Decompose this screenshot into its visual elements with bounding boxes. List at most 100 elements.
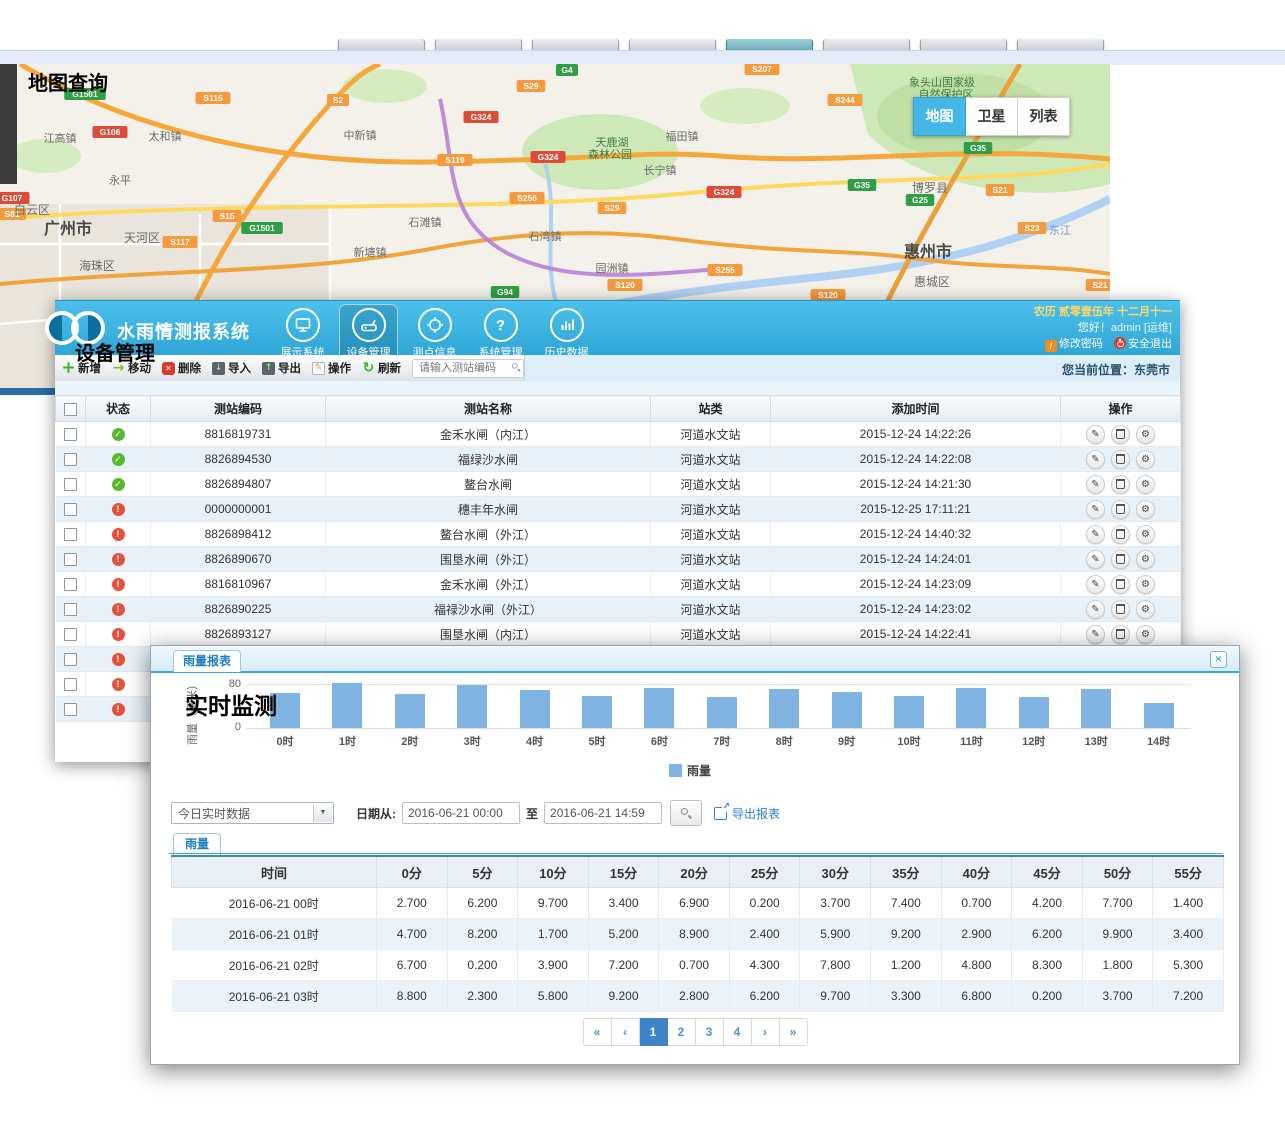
date-to-input[interactable] [544, 802, 662, 824]
edit-icon[interactable]: ✎ [1086, 500, 1105, 519]
row-checkbox[interactable] [64, 653, 77, 666]
delete-icon[interactable] [1111, 425, 1130, 444]
tab-rainfall[interactable]: 雨量 [173, 833, 221, 855]
edit-icon[interactable]: ✎ [1086, 550, 1105, 569]
station-search-input[interactable] [412, 359, 524, 378]
edit-icon[interactable]: ✎ [1086, 475, 1105, 494]
change-password-link[interactable]: /修改密码 [1045, 338, 1103, 350]
settings-icon[interactable]: ⚙ [1136, 625, 1155, 644]
row-checkbox[interactable] [64, 503, 77, 516]
settings-icon[interactable]: ⚙ [1136, 500, 1155, 519]
map-type-button-卫星[interactable]: 卫星 [966, 97, 1018, 136]
row-checkbox[interactable] [64, 528, 77, 541]
dataset-select[interactable]: 今日实时数据 ▼ [171, 802, 334, 824]
tab-rainfall-report[interactable]: 雨量报表 [173, 650, 241, 672]
page-button-4[interactable]: 4 [724, 1018, 752, 1046]
svg-text:象头山国家级: 象头山国家级 [909, 75, 975, 89]
svg-text:福田镇: 福田镇 [666, 129, 699, 143]
table-row[interactable]: ✓8816819731金禾水闸（内江）河道水文站2015-12-24 14:22… [56, 422, 1181, 447]
settings-icon[interactable]: ⚙ [1136, 450, 1155, 469]
edit-icon[interactable]: ✎ [1086, 525, 1105, 544]
delete-icon[interactable] [1111, 450, 1130, 469]
table-row[interactable]: ✓8826894530福绿沙水闸河道水文站2015-12-24 14:22:08… [56, 447, 1181, 472]
delete-icon[interactable] [1111, 600, 1130, 619]
row-checkbox[interactable] [64, 578, 77, 591]
table-row[interactable]: !8826890670围垦水闸（外江）河道水文站2015-12-24 14:24… [56, 547, 1181, 572]
export-report-link[interactable]: 导出报表 [714, 805, 780, 822]
bar-10时 [894, 696, 924, 729]
delete-icon[interactable] [1111, 550, 1130, 569]
nav-item-测点信息[interactable]: 测点信息 [405, 304, 464, 362]
edit-icon[interactable]: ✎ [1086, 425, 1105, 444]
row-checkbox[interactable] [64, 678, 77, 691]
delete-icon[interactable] [1111, 525, 1130, 544]
nav-item-历史数据[interactable]: 历史数据 [537, 304, 596, 362]
row-checkbox[interactable] [64, 453, 77, 466]
pagination: «‹1234›» [151, 1018, 1239, 1046]
toolbar-button-操作[interactable]: ✎操作 [312, 360, 351, 376]
edit-icon[interactable]: ✎ [1086, 575, 1105, 594]
table-row[interactable]: !8826898412鳌台水闸（外江）河道水文站2015-12-24 14:40… [56, 522, 1181, 547]
nav-item-系统管理[interactable]: ?系统管理 [471, 304, 530, 362]
close-icon[interactable]: ✕ [1210, 651, 1227, 668]
edit-icon[interactable]: ✎ [1086, 625, 1105, 644]
chevron-down-icon[interactable]: ▼ [313, 804, 332, 822]
date-from-label: 日期从: [356, 805, 396, 822]
table-row[interactable]: !8826890225福禄沙水闸（外江）河道水文站2015-12-24 14:2… [56, 597, 1181, 622]
logout-link[interactable]: 安全退出 [1114, 338, 1172, 350]
toolbar-button-删除[interactable]: ✕删除 [162, 360, 201, 376]
row-checkbox[interactable] [64, 603, 77, 616]
svg-text:S256: S256 [517, 193, 537, 203]
row-checkbox[interactable] [64, 478, 77, 491]
page-button-»[interactable]: » [780, 1018, 808, 1046]
import-icon: ↓ [212, 362, 225, 375]
date-from-input[interactable] [402, 802, 520, 824]
xtick-label: 8时 [762, 733, 806, 749]
status-alert-icon: ! [112, 678, 125, 691]
nav-item-设备管理[interactable]: 设备管理 [339, 304, 398, 362]
settings-icon[interactable]: ⚙ [1136, 525, 1155, 544]
map-type-button-地图[interactable]: 地图 [913, 97, 966, 136]
main-nav: 展示系统设备管理测点信息?系统管理历史数据 [273, 304, 596, 362]
page-button-3[interactable]: 3 [696, 1018, 724, 1046]
settings-icon[interactable]: ⚙ [1136, 475, 1155, 494]
row-checkbox[interactable] [64, 628, 77, 641]
row-checkbox[interactable] [64, 428, 77, 441]
page-button-›[interactable]: › [752, 1018, 780, 1046]
map-type-button-列表[interactable]: 列表 [1018, 97, 1070, 136]
settings-icon[interactable]: ⚙ [1136, 550, 1155, 569]
delete-icon[interactable] [1111, 500, 1130, 519]
page-button-2[interactable]: 2 [668, 1018, 696, 1046]
search-button[interactable] [670, 800, 702, 826]
table-row[interactable]: !8826893127围垦水闸（内江）河道水文站2015-12-24 14:22… [56, 622, 1181, 647]
settings-icon[interactable]: ⚙ [1136, 600, 1155, 619]
delete-icon[interactable] [1111, 475, 1130, 494]
status-alert-icon: ! [112, 528, 125, 541]
nav-item-展示系统[interactable]: 展示系统 [273, 304, 332, 362]
table-row[interactable]: !8816810967金禾水闸（外江）河道水文站2015-12-24 14:23… [56, 572, 1181, 597]
svg-text:S21: S21 [992, 185, 1007, 195]
row-checkbox[interactable] [64, 553, 77, 566]
toolbar-button-导入[interactable]: ↓导入 [212, 360, 251, 376]
status-alert-icon: ! [112, 603, 125, 616]
table-row[interactable]: !0000000001穗丰年水闸河道水文站2015-12-25 17:11:21… [56, 497, 1181, 522]
row-checkbox[interactable] [64, 703, 77, 716]
table-row[interactable]: ✓8826894807鳌台水闸河道水文站2015-12-24 14:21:30✎… [56, 472, 1181, 497]
page-button-‹[interactable]: ‹ [612, 1018, 640, 1046]
bar-2时 [395, 694, 425, 728]
page-button-«[interactable]: « [583, 1018, 612, 1046]
delete-icon[interactable] [1111, 625, 1130, 644]
settings-icon[interactable]: ⚙ [1136, 425, 1155, 444]
toolbar-button-导出[interactable]: ↑导出 [262, 360, 301, 376]
xtick-label: 12时 [1012, 733, 1056, 749]
page-button-1[interactable]: 1 [640, 1018, 668, 1046]
svg-text:天河区: 天河区 [124, 231, 160, 245]
settings-icon[interactable]: ⚙ [1136, 575, 1155, 594]
edit-icon[interactable]: ✎ [1086, 600, 1105, 619]
annotation-map-query: 地图查询 [28, 67, 108, 96]
select-all-checkbox[interactable] [64, 403, 77, 416]
edit-icon[interactable]: ✎ [1086, 450, 1105, 469]
toolbar-button-刷新[interactable]: ↻刷新 [362, 360, 401, 376]
delete-icon[interactable] [1111, 575, 1130, 594]
xtick-label: 1时 [325, 733, 369, 749]
